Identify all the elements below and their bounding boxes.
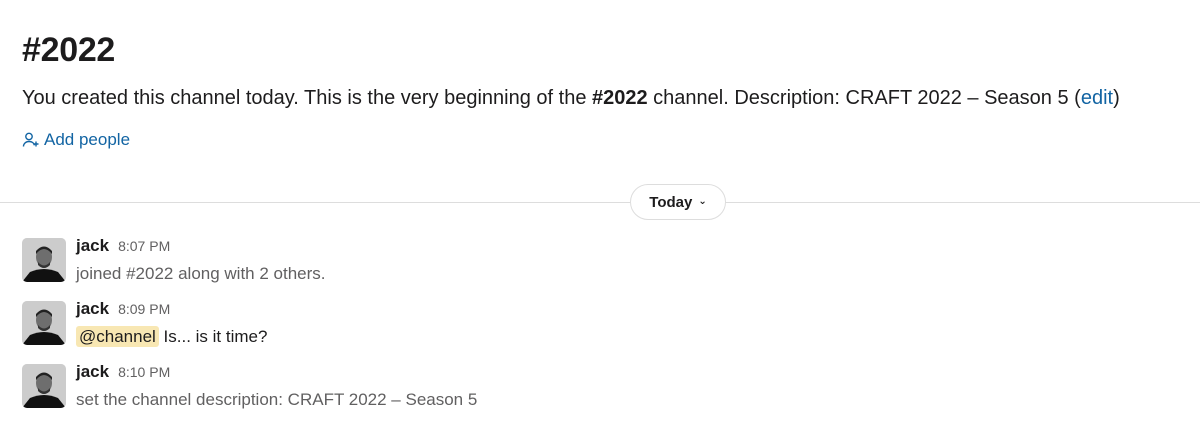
avatar[interactable] — [22, 364, 66, 408]
add-people-button[interactable]: Add people — [22, 130, 130, 150]
channel-title: #2022 — [22, 31, 116, 69]
message-timestamp[interactable]: 8:10 PM — [118, 364, 170, 380]
avatar[interactable] — [22, 301, 66, 345]
channel-intro: #2022 You created this channel today. Th… — [22, 28, 1192, 154]
edit-description-link[interactable]: edit — [1081, 87, 1113, 109]
channel-mention[interactable]: @channel — [76, 326, 159, 347]
message-timestamp[interactable]: 8:07 PM — [118, 238, 170, 254]
day-divider-line — [0, 202, 1200, 203]
message-author[interactable]: jack — [76, 362, 109, 382]
day-divider-label: Today — [649, 193, 693, 211]
intro-text-before: You created this channel today. This is … — [22, 87, 592, 109]
intro-text-close: ) — [1113, 87, 1120, 109]
message-body: jack 8:10 PM set the channel description… — [76, 362, 477, 412]
message-header: jack 8:07 PM — [76, 236, 326, 260]
chevron-down-icon: ⌄ — [698, 195, 707, 207]
message-timestamp[interactable]: 8:09 PM — [118, 301, 170, 317]
intro-channel-name: #2022 — [592, 87, 648, 109]
channel-intro-text: You created this channel today. This is … — [22, 84, 1192, 112]
message-item: jack 8:09 PM @channel Is... is it time? — [22, 299, 1182, 349]
message-text: joined #2022 along with 2 others. — [76, 264, 326, 283]
add-person-icon — [22, 131, 40, 149]
intro-text-after: channel. Description: CRAFT 2022 – Seaso… — [647, 87, 1081, 109]
day-divider-button[interactable]: Today ⌄ — [630, 184, 726, 220]
message-item: jack 8:07 PM joined #2022 along with 2 o… — [22, 236, 1182, 286]
message-text: @channel Is... is it time? — [76, 325, 267, 349]
add-people-label: Add people — [44, 130, 131, 149]
avatar[interactable] — [22, 238, 66, 282]
message-item: jack 8:10 PM set the channel description… — [22, 362, 1182, 412]
message-header: jack 8:10 PM — [76, 362, 477, 386]
message-author[interactable]: jack — [76, 236, 109, 256]
message-text: set the channel description: CRAFT 2022 … — [76, 390, 478, 409]
message-body: jack 8:07 PM joined #2022 along with 2 o… — [76, 236, 326, 286]
message-text-body: Is... is it time? — [158, 327, 268, 346]
message-body: jack 8:09 PM @channel Is... is it time? — [76, 299, 267, 349]
message-header: jack 8:09 PM — [76, 299, 267, 323]
message-author[interactable]: jack — [76, 299, 109, 319]
